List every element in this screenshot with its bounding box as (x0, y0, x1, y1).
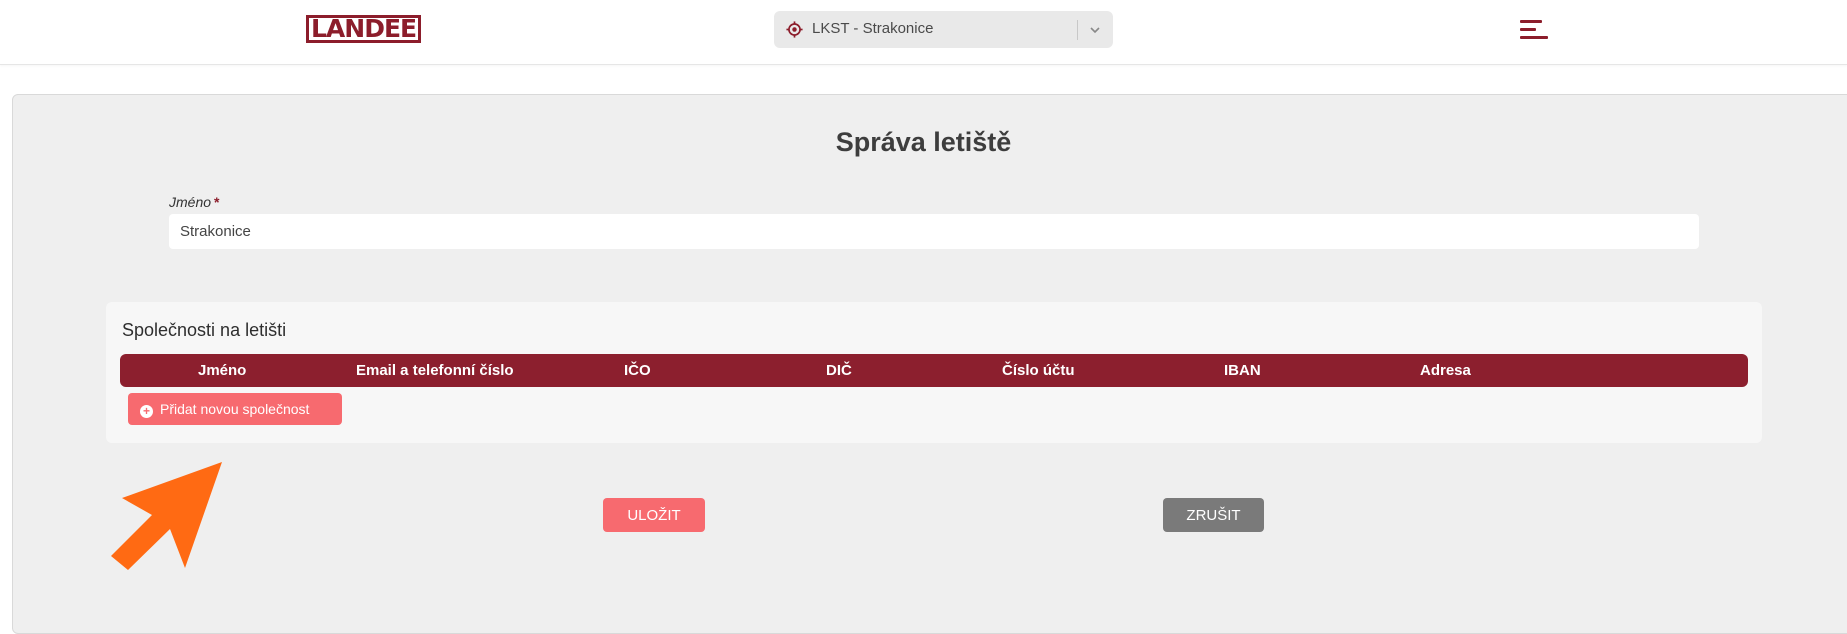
chevron-down-icon[interactable] (1088, 23, 1102, 37)
column-header-name[interactable]: Jméno (198, 362, 246, 379)
airport-selector[interactable]: LKST - Strakonice (774, 11, 1113, 48)
plus-circle-icon: + (140, 404, 153, 418)
hamburger-menu-icon[interactable] (1520, 20, 1548, 40)
name-label-text: Jméno (169, 194, 212, 210)
arrow-icon (111, 462, 222, 570)
cancel-button[interactable]: ZRUŠIT (1163, 498, 1264, 532)
column-header-email-phone[interactable]: Email a telefonní číslo (356, 362, 514, 379)
logo[interactable]: LANDEE (306, 14, 422, 44)
column-header-address[interactable]: Adresa (1420, 362, 1471, 379)
column-header-ico[interactable]: IČO (624, 362, 651, 379)
selector-divider (1077, 20, 1078, 40)
page-title: Správa letiště (835, 127, 1012, 157)
add-company-button[interactable]: + Přidat novou společnost (128, 393, 342, 425)
save-button[interactable]: ULOŽIT (603, 498, 705, 532)
companies-title: Společnosti na letišti (122, 320, 287, 340)
column-header-iban[interactable]: IBAN (1224, 362, 1261, 379)
airport-selector-value: LKST - Strakonice (812, 20, 934, 37)
top-bar: LANDEE LKST - Strakonice (0, 0, 1847, 65)
companies-panel: Společnosti na letišti Jméno Email a tel… (106, 302, 1762, 443)
add-company-label: Přidat novou společnost (160, 400, 310, 417)
logo-text: LANDEE (306, 15, 422, 43)
column-header-dic[interactable]: DIČ (826, 362, 852, 379)
location-target-icon (786, 21, 803, 38)
name-input[interactable] (169, 214, 1699, 249)
required-mark: * (214, 194, 220, 210)
companies-table-header: Jméno Email a telefonní číslo IČO DIČ Čí… (120, 354, 1748, 387)
name-field-label: Jméno * (169, 194, 219, 210)
column-header-account-number[interactable]: Číslo účtu (1002, 362, 1075, 379)
